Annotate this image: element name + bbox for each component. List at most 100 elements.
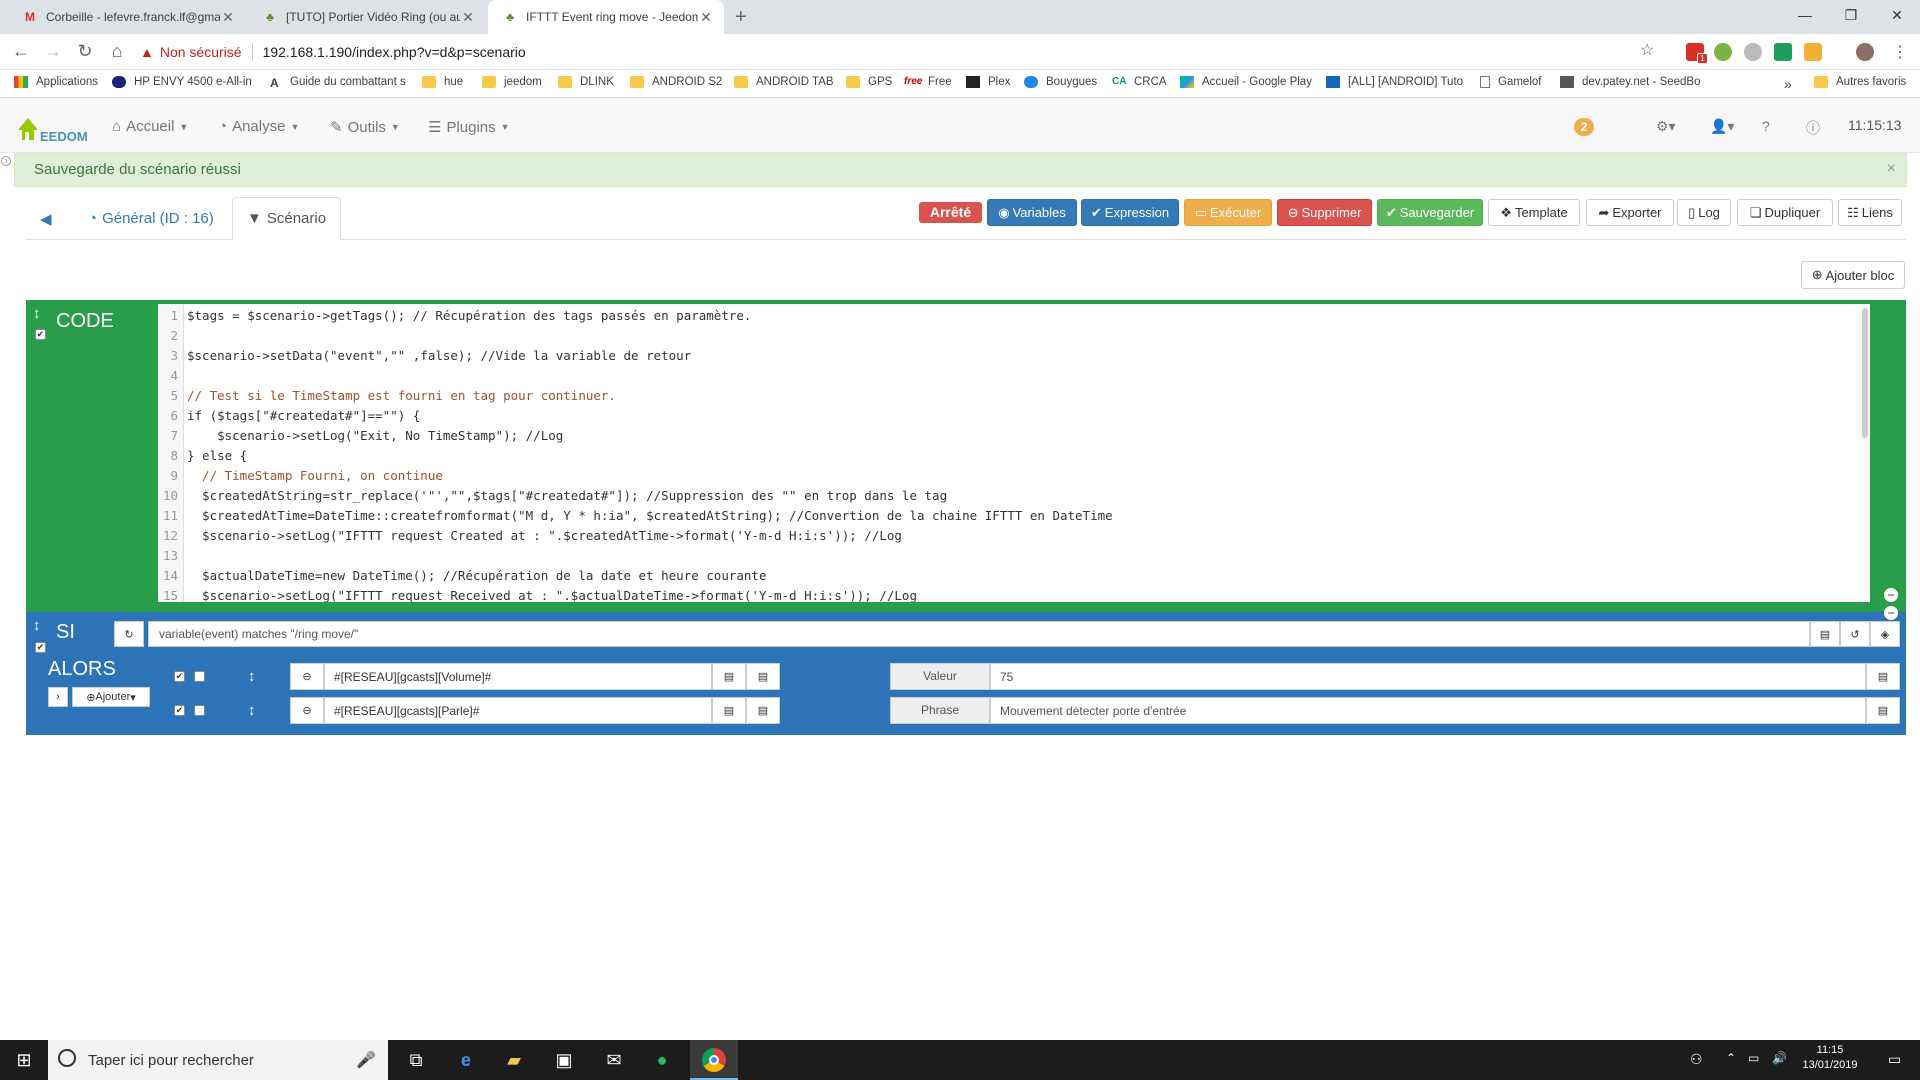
- home-icon[interactable]: ⌂: [106, 41, 128, 62]
- expression-button[interactable]: ✔ Expression: [1081, 199, 1179, 226]
- add-block-button[interactable]: ⊕ Ajouter bloc: [1801, 261, 1905, 289]
- mail-icon[interactable]: ✉: [602, 1048, 626, 1072]
- taskbar-clock[interactable]: 11:15 13/01/2019: [1800, 1044, 1860, 1071]
- bookmark-hp[interactable]: HP ENVY 4500 e-All-in: [112, 76, 252, 88]
- remove-action-icon[interactable]: ⊖: [290, 697, 324, 724]
- param-value-input[interactable]: Mouvement détecter porte d'entrée: [990, 697, 1866, 724]
- profile-avatar[interactable]: [1856, 43, 1874, 61]
- extension-icon[interactable]: [1774, 43, 1792, 61]
- jeedom-logo[interactable]: EEDOM: [14, 108, 90, 144]
- help-icon[interactable]: ?: [1762, 118, 1770, 134]
- scrollbar[interactable]: [1862, 308, 1868, 438]
- list-icon[interactable]: ▤: [1866, 697, 1900, 724]
- history-icon[interactable]: ↺: [1840, 621, 1870, 647]
- bookmark-android-tab[interactable]: ANDROID TAB: [734, 76, 834, 88]
- bookmarks-more-icon[interactable]: »: [1784, 76, 1792, 92]
- log-button[interactable]: ▯ Log: [1677, 199, 1731, 226]
- param-value-input[interactable]: 75: [990, 663, 1866, 690]
- close-icon[interactable]: ×: [1887, 160, 1896, 178]
- network-icon[interactable]: ▭: [1748, 1051, 1759, 1065]
- drag-handle-icon[interactable]: ↕: [33, 305, 41, 322]
- bookmark-jeedom[interactable]: jeedom: [482, 76, 542, 88]
- file-explorer-icon[interactable]: ▰: [502, 1048, 526, 1072]
- close-tab-icon[interactable]: ✕: [698, 9, 714, 26]
- bookmark-android-tuto[interactable]: [ALL] [ANDROID] Tuto: [1326, 76, 1463, 88]
- enable-checkbox[interactable]: ✔: [35, 642, 46, 653]
- menu-plugins[interactable]: ☰ Plugins ▼: [428, 118, 510, 137]
- bookmark-seedbox[interactable]: dev.patey.net - SeedBo: [1560, 76, 1701, 88]
- tab-scenario[interactable]: ▼ Scénario: [232, 197, 342, 240]
- condition-input[interactable]: variable(event) matches "/ring move/": [148, 621, 1810, 647]
- bookmark-star-icon[interactable]: ☆: [1640, 40, 1654, 60]
- forward-icon[interactable]: →: [42, 41, 64, 62]
- restore-icon[interactable]: ❐: [1828, 0, 1874, 30]
- settings-icon[interactable]: ⚙▾: [1656, 118, 1676, 135]
- list-icon[interactable]: ▤: [746, 697, 780, 724]
- chrome-taskbar-item[interactable]: [690, 1040, 738, 1080]
- enable-checkbox[interactable]: ✔: [35, 329, 46, 340]
- parallel-checkbox[interactable]: [194, 671, 205, 682]
- execute-button[interactable]: ▭ Exécuter: [1184, 199, 1272, 226]
- new-tab-icon[interactable]: +: [735, 6, 747, 29]
- browser-menu-icon[interactable]: ⋮: [1892, 42, 1908, 62]
- drag-handle-icon[interactable]: ↕: [33, 617, 41, 634]
- bookmark-gamelof[interactable]: Gamelof: [1480, 76, 1541, 88]
- drag-handle-icon[interactable]: ↕: [248, 668, 256, 685]
- extension-icon[interactable]: [1714, 43, 1732, 61]
- bookmark-android-s2[interactable]: ANDROID S2: [630, 76, 722, 88]
- whatsapp-icon[interactable]: ●: [650, 1048, 674, 1072]
- template-button[interactable]: ❖ Template: [1488, 199, 1580, 226]
- duplicate-button[interactable]: ❏ Dupliquer: [1737, 199, 1833, 226]
- delete-button[interactable]: ⊖ Supprimer: [1277, 199, 1372, 226]
- save-button[interactable]: ✔ Sauvegarder: [1377, 199, 1483, 226]
- list-icon[interactable]: ▤: [1866, 663, 1900, 690]
- bookmark-guide[interactable]: A Guide du combattant s: [270, 76, 406, 90]
- bookmark-crca[interactable]: CA CRCA: [1112, 76, 1167, 88]
- bookmark-bouygues[interactable]: Bouygues: [1024, 76, 1097, 88]
- refresh-icon[interactable]: ↻: [114, 621, 144, 647]
- code-editor[interactable]: 1 $tags = $scenario->getTags(); // Récupé…: [158, 304, 1870, 602]
- close-tab-icon[interactable]: ✕: [220, 9, 236, 26]
- enable-checkbox[interactable]: ✔: [174, 705, 185, 716]
- chevron-right-icon[interactable]: ›: [48, 687, 68, 707]
- reload-icon[interactable]: ↻: [74, 41, 96, 62]
- bookmark-google-play[interactable]: Accueil - Google Play: [1180, 76, 1312, 88]
- tray-chevron-icon[interactable]: ⌃: [1726, 1051, 1736, 1065]
- drag-handle-icon[interactable]: ↕: [248, 702, 256, 719]
- edge-icon[interactable]: e: [454, 1048, 478, 1072]
- notification-center-icon[interactable]: ▭: [1888, 1051, 1901, 1068]
- remove-action-icon[interactable]: ⊖: [290, 663, 324, 690]
- close-window-icon[interactable]: ✕: [1874, 0, 1920, 30]
- list-icon[interactable]: ▤: [746, 663, 780, 690]
- close-tab-icon[interactable]: ✕: [460, 9, 476, 26]
- bookmark-free[interactable]: free Free: [904, 76, 952, 88]
- store-icon[interactable]: ▣: [552, 1048, 576, 1072]
- browser-tab-gmail[interactable]: M Corbeille - lefevre.franck.lf@gmail.co…: [8, 0, 246, 34]
- menu-analyse[interactable]: ◔ Analyse ▼: [218, 118, 299, 135]
- parallel-checkbox[interactable]: [194, 705, 205, 716]
- back-icon[interactable]: ←: [10, 41, 32, 62]
- sidebar-toggle-icon[interactable]: ›: [1, 156, 11, 166]
- browser-tab-ifttt[interactable]: ♣ IFTTT Event ring move - Jeedom ✕: [488, 0, 724, 34]
- command-input[interactable]: #[RESEAU][gcasts][Volume]#: [324, 663, 712, 690]
- info-icon[interactable]: ⓘ: [1806, 118, 1820, 138]
- add-action-button[interactable]: ⊕ Ajouter ▾: [72, 687, 150, 707]
- notification-badge[interactable]: 2: [1574, 118, 1594, 136]
- tab-back[interactable]: ◀: [26, 197, 66, 240]
- list-icon[interactable]: ▤: [712, 663, 746, 690]
- extension-icon[interactable]: [1804, 43, 1822, 61]
- list-icon[interactable]: ▤: [712, 697, 746, 724]
- bookmark-hue[interactable]: hue: [422, 76, 463, 88]
- links-button[interactable]: ☷ Liens: [1838, 199, 1902, 226]
- command-input[interactable]: #[RESEAU][gcasts][Parle]#: [324, 697, 712, 724]
- browser-tab-tuto[interactable]: ♣ [TUTO] Portier Vidéo Ring (ou autre ✕: [248, 0, 486, 34]
- list-icon[interactable]: ▤: [1810, 621, 1840, 647]
- remove-block-icon[interactable]: −: [1884, 606, 1898, 620]
- menu-accueil[interactable]: ⌂ Accueil ▼: [112, 118, 188, 135]
- enable-checkbox[interactable]: ✔: [174, 671, 185, 682]
- bookmark-applications[interactable]: Applications: [14, 76, 98, 88]
- user-icon[interactable]: 👤▾: [1710, 118, 1734, 135]
- bookmark-plex[interactable]: Plex: [966, 76, 1010, 88]
- export-button[interactable]: ➦ Exporter: [1586, 199, 1674, 226]
- task-view-icon[interactable]: ⧉: [404, 1048, 428, 1072]
